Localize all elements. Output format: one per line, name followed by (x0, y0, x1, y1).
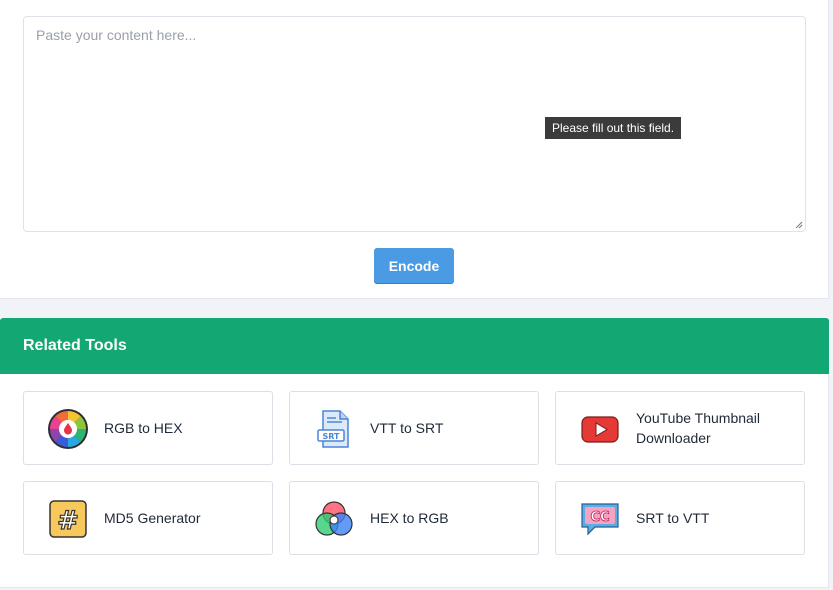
tool-md5-generator[interactable]: # MD5 Generator (23, 481, 273, 555)
tool-label: YouTube Thumbnail Downloader (636, 410, 761, 446)
tool-youtube-thumbnail-downloader[interactable]: YouTube Thumbnail Downloader (555, 391, 805, 465)
page: Please fill out this field. Encode Relat… (0, 0, 833, 590)
content-input-box (23, 16, 806, 232)
tool-vtt-to-srt[interactable]: SRT VTT to SRT (289, 391, 539, 465)
youtube-icon (581, 416, 619, 443)
color-wheel-icon (48, 409, 88, 449)
tool-hex-to-rgb[interactable]: HEX to RGB (289, 481, 539, 555)
srt-file-icon: SRT (317, 410, 349, 448)
svg-text:CC: CC (590, 510, 609, 525)
svg-text:SRT: SRT (322, 432, 340, 441)
cc-bubble-icon: CC (581, 503, 619, 536)
resize-grip-icon[interactable] (795, 221, 803, 229)
tool-label: SRT to VTT (636, 510, 710, 526)
tool-srt-to-vtt[interactable]: CC SRT to VTT (555, 481, 805, 555)
tool-label: MD5 Generator (104, 510, 201, 526)
related-tools-header: Related Tools (0, 318, 829, 374)
hash-icon: # (49, 500, 87, 538)
content-input[interactable] (24, 17, 805, 231)
related-tools-card: Related Tools RGB to HEX SRT VTT to SRT … (0, 318, 829, 588)
svg-text:#: # (57, 506, 79, 536)
validation-tooltip: Please fill out this field. (545, 117, 682, 139)
encode-button[interactable]: Encode (374, 248, 454, 283)
tool-label: VTT to SRT (370, 420, 444, 436)
tool-label: HEX to RGB (370, 510, 449, 526)
tool-label: RGB to HEX (104, 420, 183, 436)
tool-rgb-to-hex[interactable]: RGB to HEX (23, 391, 273, 465)
rgb-circles-icon (315, 501, 353, 536)
encoder-card: Please fill out this field. Encode (0, 0, 829, 299)
related-tools-title: Related Tools (23, 337, 127, 354)
